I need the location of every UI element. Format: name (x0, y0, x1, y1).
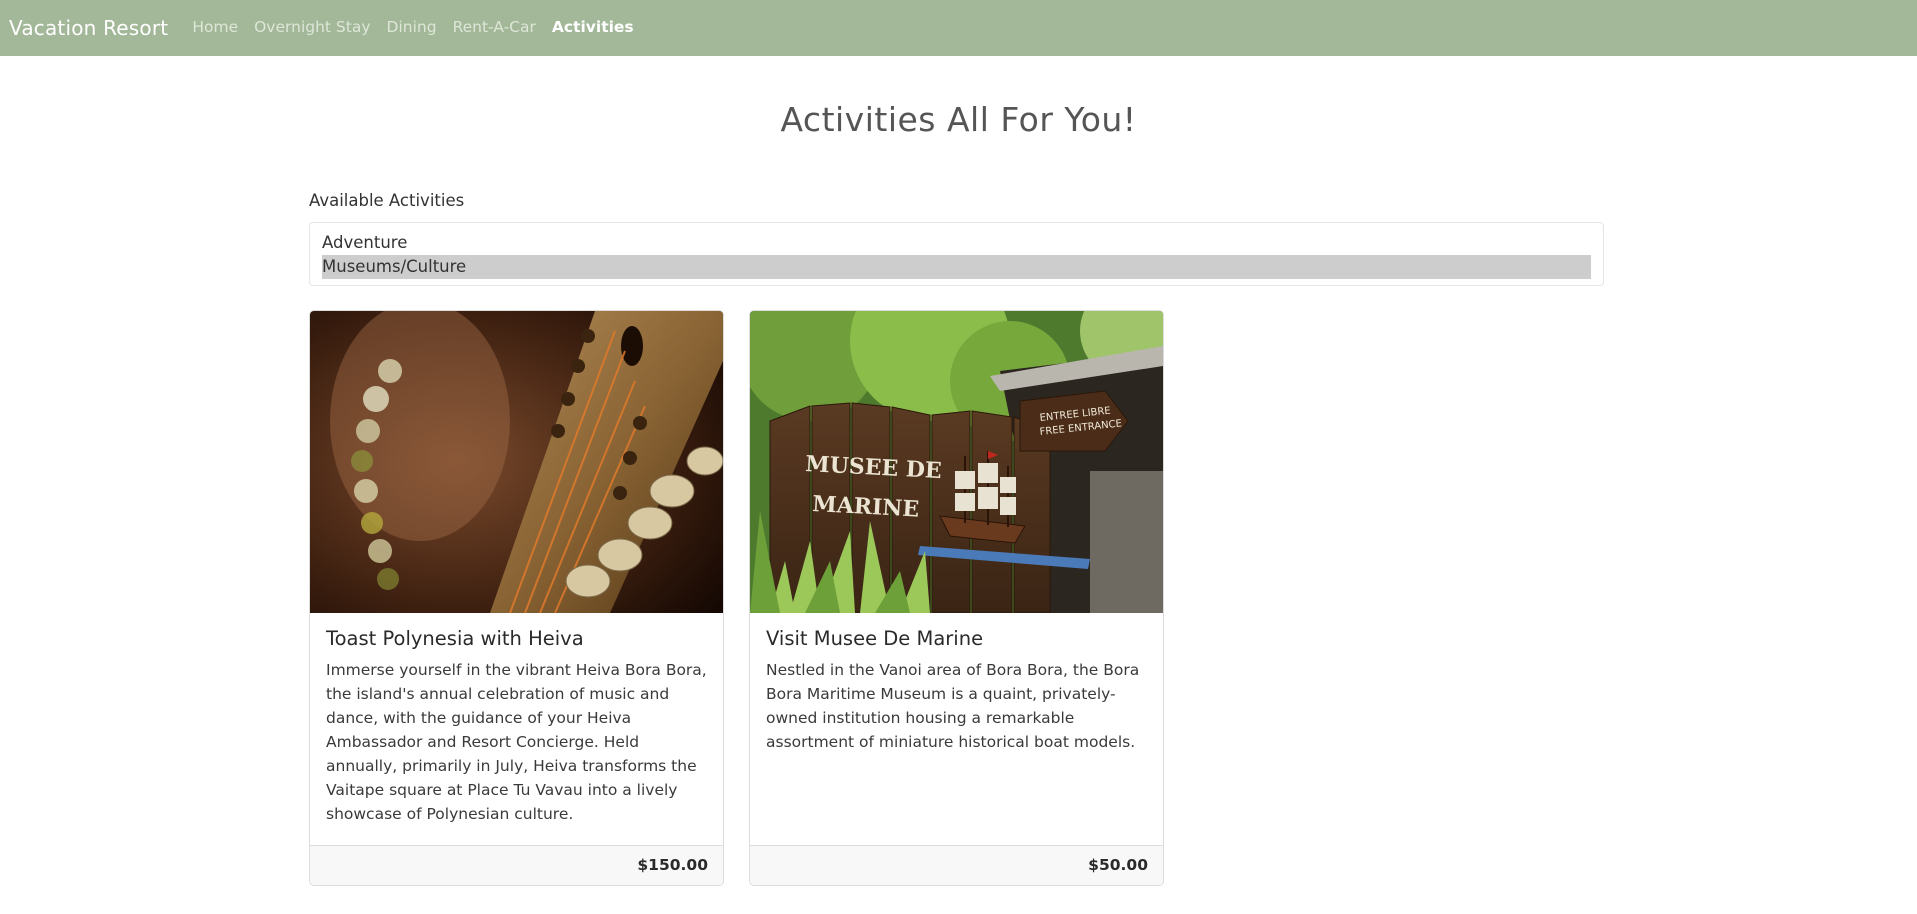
card-body: Toast Polynesia with Heiva Immerse yours… (326, 627, 707, 826)
brand-link[interactable]: Vacation Resort (9, 18, 168, 38)
card-price: $150.00 (310, 845, 723, 885)
activity-card: Toast Polynesia with Heiva Immerse yours… (309, 310, 724, 886)
ukulele-photo (310, 311, 723, 613)
nav-link-home[interactable]: Home (192, 20, 238, 36)
museum-image: ENTREE LIBRE FREE ENTRANCE MUSEE DE MARI… (750, 311, 1163, 613)
card-title: Visit Musee De Marine (766, 627, 984, 650)
nav-link-dining[interactable]: Dining (387, 20, 437, 36)
listbox-option-adventure[interactable]: Adventure (322, 231, 1591, 255)
activity-card: ENTREE LIBRE FREE ENTRANCE MUSEE DE MARI… (749, 310, 1164, 886)
navbar: Vacation Resort Home Overnight Stay Dini… (0, 0, 1917, 56)
card-title: Toast Polynesia with Heiva (326, 627, 584, 650)
card-price: $50.00 (750, 845, 1163, 885)
card-description: Immerse yourself in the vibrant Heiva Bo… (326, 661, 707, 823)
nav-link-activities[interactable]: Activities (552, 20, 634, 36)
nav-link-rent-a-car[interactable]: Rent-A-Car (453, 20, 536, 36)
card-description: Nestled in the Vanoi area of Bora Bora, … (766, 661, 1140, 751)
activities-select-label: Available Activities (309, 191, 465, 210)
nav-link-overnight-stay[interactable]: Overnight Stay (254, 20, 370, 36)
page-title: Activities All For You! (780, 100, 1137, 139)
card-body: Visit Musee De Marine Nestled in the Van… (766, 627, 1147, 754)
museum-photo: ENTREE LIBRE FREE ENTRANCE MUSEE DE MARI… (750, 311, 1163, 613)
listbox-option-museums-culture[interactable]: Museums/Culture (322, 255, 1591, 279)
ukulele-image (310, 311, 723, 613)
activities-listbox[interactable]: Adventure Museums/Culture (309, 222, 1604, 286)
